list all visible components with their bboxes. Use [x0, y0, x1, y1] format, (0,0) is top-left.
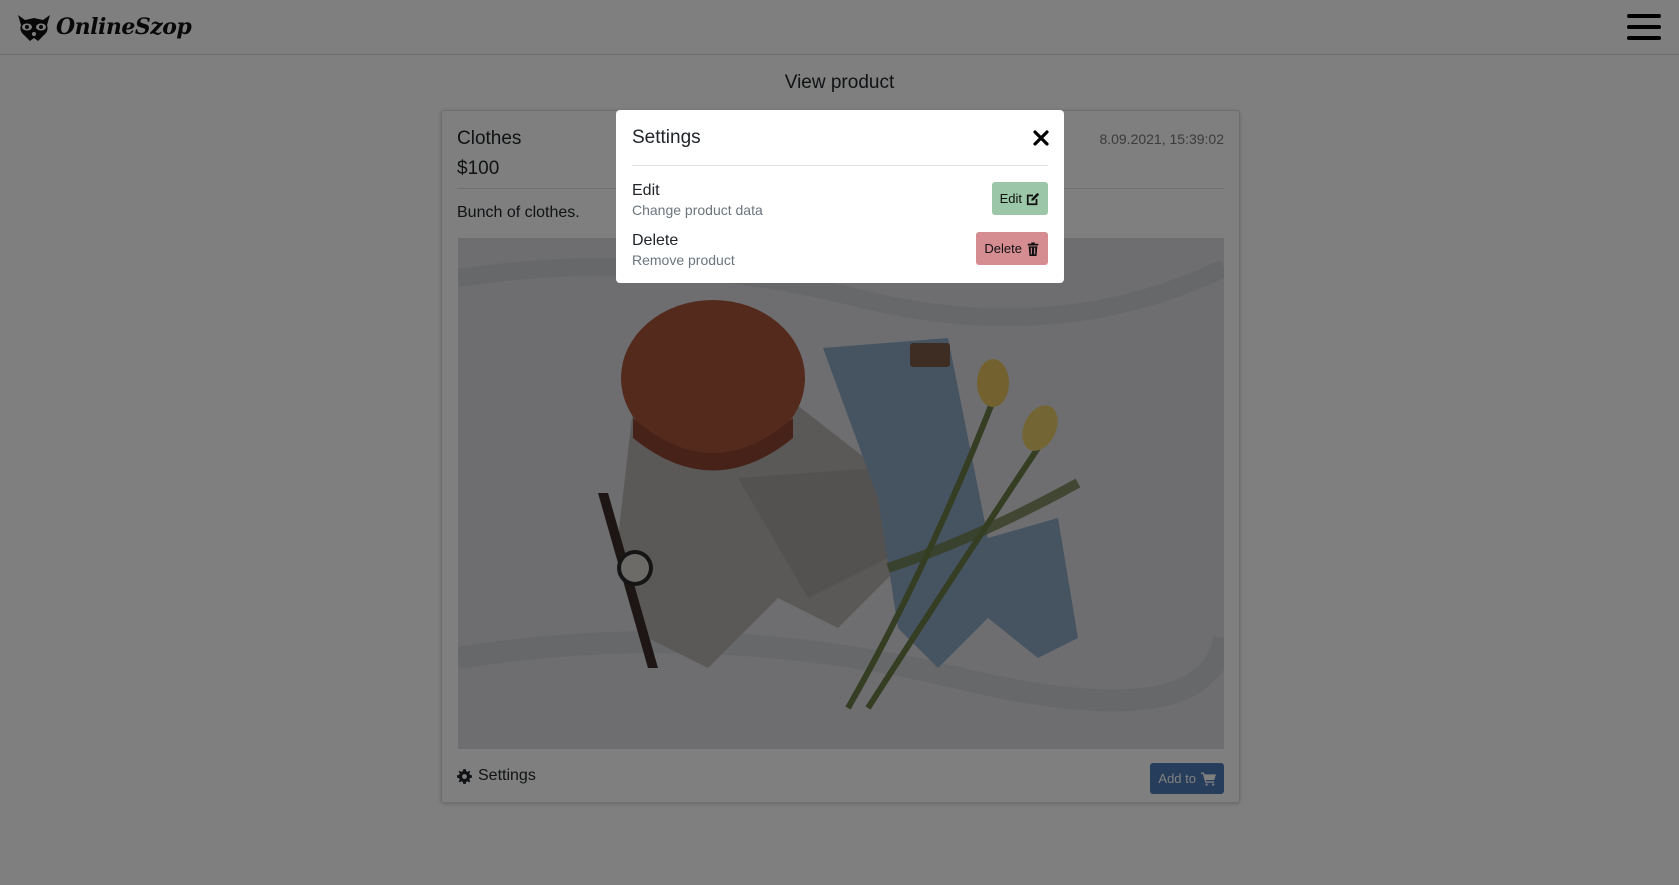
- delete-button-label: Delete: [984, 241, 1022, 256]
- edit-button-label: Edit: [999, 191, 1022, 206]
- delete-option-subtitle: Remove product: [632, 252, 735, 268]
- delete-option-title: Delete: [632, 232, 679, 249]
- edit-option-title: Edit: [632, 182, 660, 199]
- trash-icon: [1027, 241, 1039, 256]
- edit-icon: [1026, 192, 1040, 205]
- settings-modal: Settings Edit Change product data Edit D…: [616, 110, 1064, 283]
- delete-button[interactable]: Delete: [976, 232, 1048, 265]
- edit-option-subtitle: Change product data: [632, 202, 763, 218]
- divider: [632, 165, 1048, 166]
- close-icon[interactable]: [1033, 130, 1049, 146]
- modal-title: Settings: [632, 127, 701, 148]
- edit-button[interactable]: Edit: [991, 182, 1048, 215]
